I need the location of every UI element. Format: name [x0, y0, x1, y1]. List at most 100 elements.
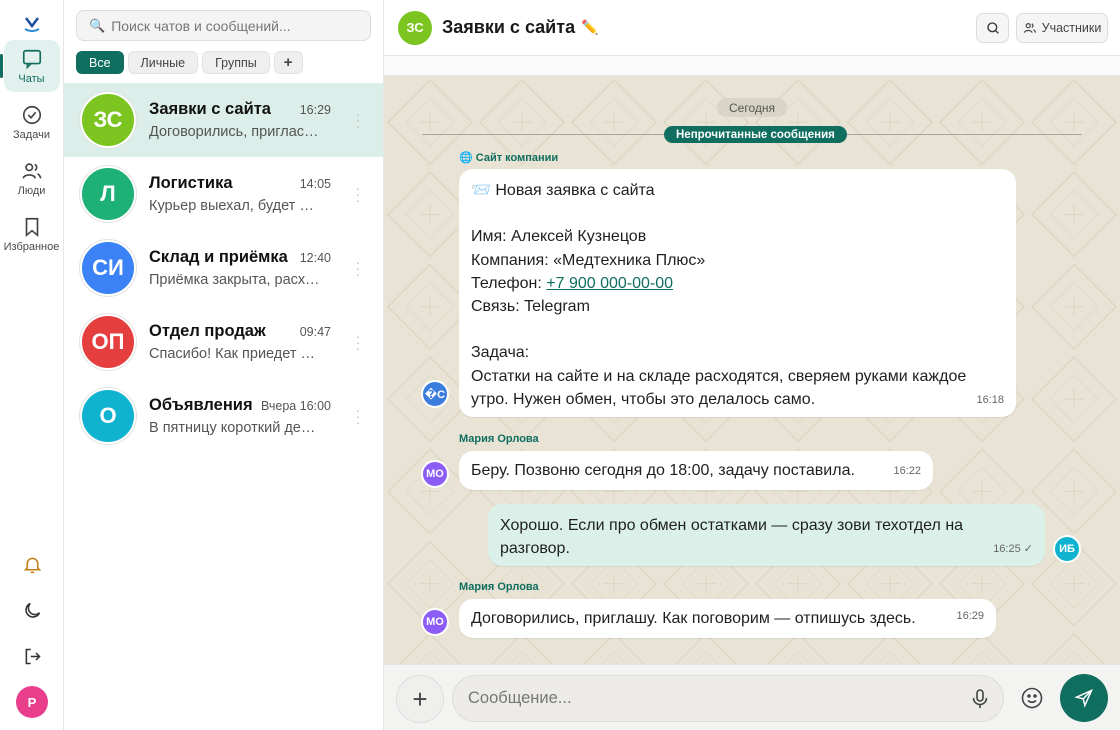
search-icon: 🔍 [89, 17, 106, 33]
chat-preview: Курьер выехал, будет через час. [149, 198, 321, 214]
message-time: 16:25 ✓ [993, 543, 1033, 555]
chat-avatar: ЗС [80, 92, 136, 148]
chat-name: Логистика [149, 174, 233, 192]
message-bubble[interactable]: Договорились, приглашу. Как поговорим — … [459, 599, 996, 638]
chat-time: 12:40 [299, 251, 331, 265]
add-filter-button[interactable]: + [273, 51, 303, 74]
chat-filters: Все Личные Группы + [76, 51, 371, 74]
message-avatar: МО [421, 460, 449, 488]
unread-separator: Непрочитанные сообщения [664, 126, 847, 143]
moon-icon [24, 602, 40, 618]
chat-header: ЗС Заявки с сайта ✏️ Участники [384, 0, 1120, 56]
chat-row[interactable]: СИ Склад и приёмка 12:40 Приёмка закрыта,… [64, 231, 383, 305]
message-bubble-outgoing[interactable]: Хорошо. Если про обмен остатками — сразу… [488, 504, 1045, 566]
more-icon[interactable]: · · · [355, 403, 361, 429]
nav-tasks-label: Задачи [13, 128, 50, 141]
filter-personal[interactable]: Личные [127, 51, 199, 74]
chat-row[interactable]: ОП Отдел продаж 09:47 Спасибо! Как приеде… [64, 305, 383, 379]
nav-people-label: Люди [17, 184, 46, 197]
chat-avatar: Л [80, 166, 136, 222]
message-sender: 🌐 Сайт компании [459, 152, 559, 164]
dark-mode-toggle[interactable] [12, 590, 52, 630]
message-feed[interactable]: Сегодня Непрочитанные сообщения 🌐 Сайт к… [384, 76, 1120, 664]
emoji-icon[interactable] [1020, 686, 1044, 710]
edit-icon[interactable]: ✏️ [581, 19, 598, 36]
message-bubble[interactable]: 📨 Новая заявка с сайта Имя: Алексей Кузн… [459, 169, 1016, 417]
search-messages-button[interactable] [976, 13, 1009, 43]
chat-preview: Договорились, пригласил, как поговорим —… [149, 124, 321, 140]
chat-title: Заявки с сайта [442, 17, 576, 37]
phone-link[interactable]: +7 900 000-00-00 [546, 275, 673, 292]
logout-button[interactable] [12, 636, 52, 676]
logout-icon [25, 648, 41, 664]
message-line: Имя: Алексей Кузнецов [471, 228, 647, 246]
chat-header-avatar[interactable]: ЗС [398, 10, 432, 45]
message-text: Договорились, приглашу. Как поговорим — … [471, 610, 916, 627]
members-label: Участники [1041, 21, 1102, 35]
nav-favorites-label: Избранное [3, 240, 60, 253]
message-line: Связь: Telegram [471, 298, 590, 316]
more-icon[interactable]: · · · [355, 181, 361, 207]
members-button[interactable]: Участники [1016, 13, 1108, 43]
nav-chats[interactable]: Чаты [0, 40, 60, 92]
message-text: Беру. Позвоню сегодня до 18:00, задачу п… [471, 462, 855, 479]
more-icon[interactable]: · · · [355, 107, 361, 133]
message-placeholder: Сообщение... [468, 689, 572, 707]
chat-row[interactable]: ЗС Заявки с сайта 16:29 Договорились, при… [64, 83, 383, 157]
chat-name: Объявления [149, 396, 253, 414]
chat-row[interactable]: О Объявления Вчера 16:00 В пятницу коротк… [64, 379, 383, 453]
nav-people[interactable]: Люди [4, 152, 60, 204]
message-avatar: ИБ [1053, 535, 1081, 563]
chat-name: Заявки с сайта [149, 100, 271, 118]
nav-rail: Чаты Задачи Люди Избранное Р [0, 0, 64, 730]
user-avatar[interactable]: Р [16, 686, 48, 718]
more-icon[interactable]: · · · [355, 255, 361, 281]
search-placeholder: Поиск чатов и сообщений... [111, 17, 291, 34]
messenger-app: Чаты Задачи Люди Избранное Р 🔍 Поиск чат… [0, 0, 1120, 730]
message-input[interactable]: Сообщение... [452, 675, 1004, 722]
message-line: Компания: «Медтехника Плюс» [471, 251, 706, 269]
header-strip [384, 56, 1120, 76]
bookmark-icon [25, 217, 38, 237]
chat-time: Вчера 16:00 [260, 399, 331, 413]
notifications-button[interactable] [12, 544, 52, 584]
people-icon [1023, 23, 1036, 33]
conversation-panel: ЗС Заявки с сайта ✏️ Участники Сегодня Н… [384, 0, 1120, 730]
chat-avatar: СИ [80, 240, 136, 296]
message-text: Хорошо. Если про обмен остатками — сразу… [500, 517, 964, 558]
chat-name: Склад и приёмка [149, 248, 288, 266]
chat-time: 14:05 [299, 177, 331, 191]
chat-time: 09:47 [299, 325, 331, 339]
chat-list: ЗС Заявки с сайта 16:29 Договорились, при… [64, 83, 383, 453]
message-line: Телефон: +7 900 000-00-00 [471, 272, 1004, 295]
send-button[interactable] [1060, 674, 1108, 722]
message-line: Остатки на сайте и на складе расходятся,… [471, 367, 967, 409]
chat-preview: В пятницу короткий день до 16:00. [149, 420, 321, 436]
chat-preview: Приёмка закрыта, расхождений нет. [149, 272, 321, 288]
chat-avatar: О [80, 388, 136, 444]
attach-button[interactable]: + [396, 675, 444, 723]
chat-row[interactable]: Л Логистика 14:05 Курьер выехал, будет че… [64, 157, 383, 231]
message-time: 16:29 [956, 610, 984, 622]
message-time: 16:18 [976, 394, 1004, 406]
nav-favorites[interactable]: Избранное [4, 208, 60, 260]
nav-chats-label: Чаты [18, 72, 45, 85]
message-avatar: �С [421, 380, 449, 408]
send-icon [1074, 689, 1093, 708]
chat-avatar: ОП [80, 314, 136, 370]
chat-icon [22, 49, 41, 69]
microphone-icon[interactable] [971, 689, 989, 709]
search-input[interactable]: 🔍 Поиск чатов и сообщений... [76, 10, 371, 41]
filter-groups[interactable]: Группы [202, 51, 270, 74]
chat-name: Отдел продаж [149, 322, 266, 340]
phone-label: Телефон: [471, 274, 547, 292]
nav-tasks[interactable]: Задачи [4, 96, 60, 148]
more-icon[interactable]: · · · [355, 329, 361, 355]
message-bubble[interactable]: Беру. Позвоню сегодня до 18:00, задачу п… [459, 451, 933, 490]
message-avatar: МО [421, 608, 449, 636]
filter-all[interactable]: Все [76, 51, 124, 74]
chat-list-panel: 🔍 Поиск чатов и сообщений... Все Личные … [64, 0, 384, 730]
message-sender: Мария Орлова [459, 581, 539, 593]
bell-icon [23, 557, 41, 573]
message-sender: Мария Орлова [459, 433, 539, 445]
